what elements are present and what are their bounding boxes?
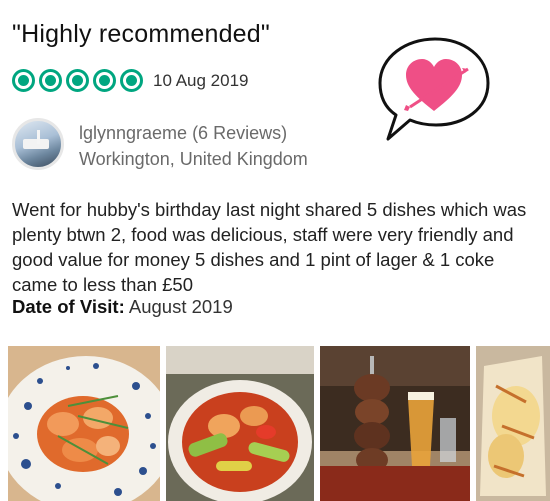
reviewer-name[interactable]: lglynngraeme (6 Reviews) [79, 120, 308, 146]
rating-bubble-icon [39, 69, 62, 92]
date-of-visit: Date of Visit: August 2019 [12, 296, 233, 318]
review-title: "Highly recommended" [12, 20, 270, 48]
review-photo-1[interactable] [8, 346, 160, 501]
reviewer-location: Workington, United Kingdom [79, 149, 308, 169]
reviewer-avatar[interactable] [12, 118, 64, 170]
review-body: Went for hubby's birthday last night sha… [12, 199, 527, 295]
rating-bubble-icon [93, 69, 116, 92]
visit-value: August 2019 [128, 296, 233, 317]
visit-label: Date of Visit: [12, 296, 125, 317]
review-photo-4[interactable] [476, 346, 550, 501]
reviewer-info: lglynngraeme (6 Reviews) Workington, Uni… [79, 120, 308, 172]
review-date: 10 Aug 2019 [153, 70, 249, 90]
rating-bubble-icon [66, 69, 89, 92]
rating-row: 10 Aug 2019 [12, 69, 248, 92]
heart-arrow-speech-bubble-icon [376, 35, 494, 145]
rating-bubble-icon [12, 69, 35, 92]
rating-bubble-icon [120, 69, 143, 92]
review-photo-3[interactable] [320, 346, 470, 501]
review-photo-2[interactable] [166, 346, 314, 501]
